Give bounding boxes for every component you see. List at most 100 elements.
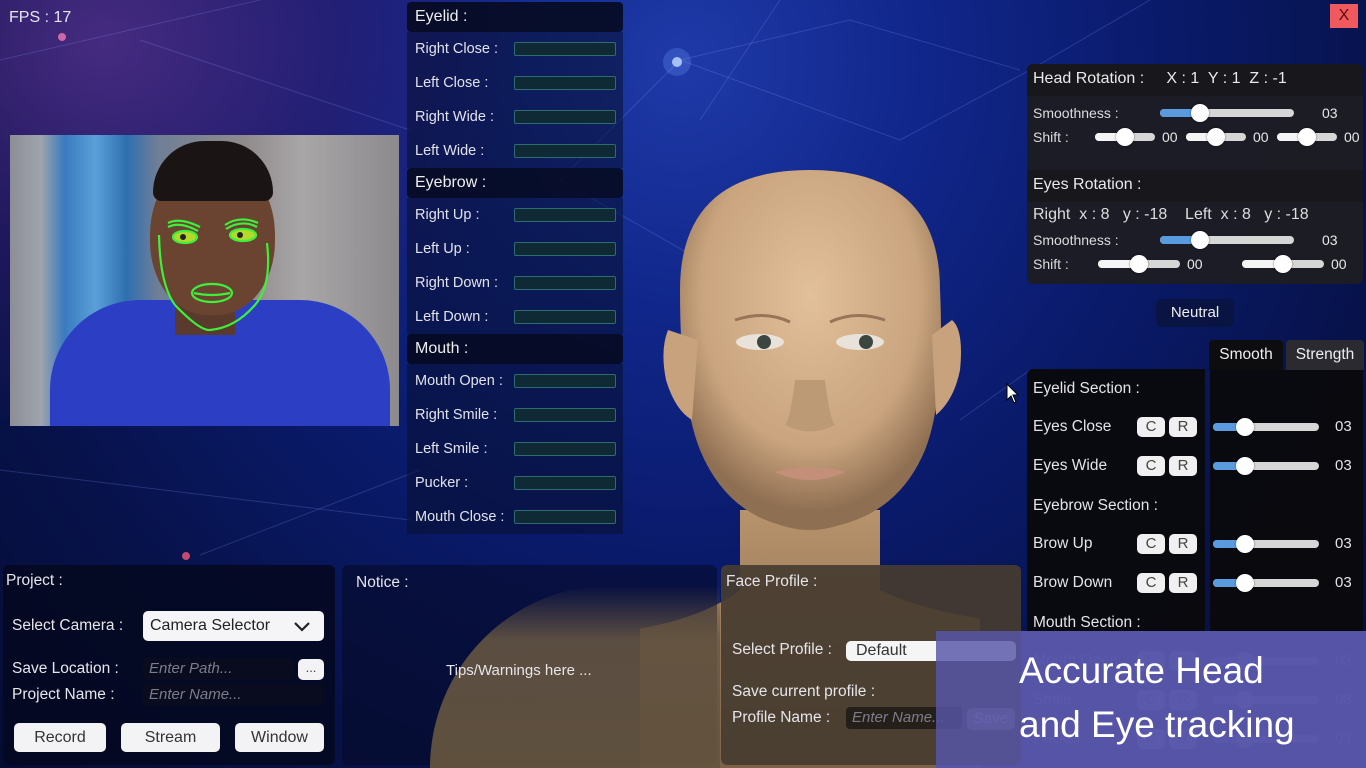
head-shift-x-value: 00 — [1162, 129, 1178, 145]
slider-knob[interactable] — [1235, 457, 1254, 475]
eyes-rotation-header: Eyes Rotation : — [1027, 170, 1363, 202]
webcam-feed — [10, 135, 399, 426]
head-shift-y-value: 00 — [1253, 129, 1269, 145]
section-smooth-value: 03 — [1335, 535, 1352, 552]
rotation-panel: Head Rotation : X : 1 Y : 1 Z : -1 Smoot… — [1027, 64, 1363, 284]
blendshape-row: Mouth Open : — [407, 364, 623, 398]
close-button[interactable]: X — [1330, 4, 1358, 28]
blendshape-meter — [514, 276, 616, 290]
fps-counter: FPS : 17 — [9, 9, 72, 26]
face-profile-title: Face Profile : — [726, 573, 818, 590]
project-title: Project : — [6, 572, 63, 589]
section-smooth-slider[interactable] — [1213, 535, 1319, 553]
calibrate-button[interactable]: C — [1137, 534, 1165, 554]
blendshape-meter — [514, 476, 616, 490]
eyes-rotation-readout: Right x : 8 y : -18 Left x : 8 y : -18 — [1033, 206, 1309, 223]
section-item-label: Brow Down — [1033, 574, 1113, 591]
slider-knob[interactable] — [1235, 535, 1254, 553]
head-shift-x-slider[interactable] — [1095, 128, 1155, 146]
reset-button[interactable]: R — [1169, 417, 1197, 437]
section-item-label: Eyes Close — [1033, 418, 1112, 435]
mouth-section-title: Mouth Section : — [1033, 614, 1141, 631]
eyebrow-group-header: Eyebrow : — [407, 168, 623, 198]
blendshape-row: Right Smile : — [407, 398, 623, 432]
slider-knob[interactable] — [1191, 104, 1210, 122]
slider-knob[interactable] — [1130, 255, 1148, 273]
save-current-profile-label: Save current profile : — [732, 683, 876, 700]
section-smooth-slider[interactable] — [1213, 418, 1319, 436]
slider-knob[interactable] — [1116, 128, 1134, 146]
eyes-smoothness-slider[interactable] — [1160, 231, 1294, 249]
head-smoothness-value: 03 — [1322, 105, 1338, 121]
blendshape-meter — [514, 208, 616, 222]
camera-select[interactable]: Camera Selector — [143, 611, 324, 641]
blendshape-label: Left Down : — [415, 309, 489, 325]
eyes-shift-right-slider[interactable] — [1098, 255, 1180, 273]
head-rotation-header: Head Rotation : X : 1 Y : 1 Z : -1 — [1027, 64, 1363, 96]
profile-name-label: Profile Name : — [732, 709, 831, 726]
stream-button[interactable]: Stream — [121, 723, 220, 752]
mouth-group-header: Mouth : — [407, 334, 623, 364]
select-camera-label: Select Camera : — [12, 617, 124, 634]
browse-button[interactable]: ... — [298, 659, 324, 680]
save-location-input[interactable]: Enter Path... — [143, 658, 293, 680]
window-button[interactable]: Window — [235, 723, 324, 752]
blendshape-meter — [514, 110, 616, 124]
slider-knob[interactable] — [1235, 418, 1254, 436]
blendshape-meter — [514, 442, 616, 456]
blendshape-label: Left Smile : — [415, 441, 488, 457]
eyes-shift-left-slider[interactable] — [1242, 255, 1324, 273]
blendshape-meter — [514, 408, 616, 422]
blendshape-row: Pucker : — [407, 466, 623, 500]
blendshape-row: Right Close : — [407, 32, 623, 66]
head-shift-z-value: 00 — [1344, 129, 1360, 145]
slider-knob[interactable] — [1207, 128, 1225, 146]
reset-button[interactable]: R — [1169, 456, 1197, 476]
avatar-left-ear — [932, 320, 961, 415]
reset-button[interactable]: R — [1169, 573, 1197, 593]
blendshape-meter — [514, 510, 616, 524]
neutral-button[interactable]: Neutral — [1156, 299, 1234, 327]
blendshape-row: Left Down : — [407, 300, 623, 334]
eyes-shift-right-value: 00 — [1187, 256, 1203, 272]
blendshape-row: Right Down : — [407, 266, 623, 300]
blendshape-label: Right Wide : — [415, 109, 494, 125]
banner-line-2: and Eye tracking — [1019, 704, 1295, 745]
tab-strength[interactable]: Strength — [1286, 340, 1364, 370]
blendshape-label: Right Up : — [415, 207, 480, 223]
calibrate-button[interactable]: C — [1137, 417, 1165, 437]
profile-select-value: Default — [856, 642, 907, 659]
calibrate-button[interactable]: C — [1137, 573, 1165, 593]
slider-knob[interactable] — [1298, 128, 1316, 146]
blendshape-meter — [514, 242, 616, 256]
eyelid-section-title: Eyelid Section : — [1033, 380, 1140, 397]
head-shift-y-slider[interactable] — [1186, 128, 1246, 146]
slider-knob[interactable] — [1191, 231, 1210, 249]
slider-knob[interactable] — [1235, 574, 1254, 592]
calibrate-button[interactable]: C — [1137, 456, 1165, 476]
head-shift-z-slider[interactable] — [1277, 128, 1337, 146]
section-item-label: Brow Up — [1033, 535, 1093, 552]
head-smoothness-slider[interactable] — [1160, 104, 1294, 122]
project-name-input[interactable]: Enter Name... — [143, 684, 324, 706]
blendshape-row: Left Wide : — [407, 134, 623, 168]
blendshape-meter — [514, 42, 616, 56]
slider-knob[interactable] — [1274, 255, 1292, 273]
project-name-label: Project Name : — [12, 686, 115, 703]
select-profile-label: Select Profile : — [732, 641, 832, 658]
blendshape-panel: Eyelid : Right Close : Left Close : Righ… — [407, 2, 623, 534]
blendshape-meter — [514, 310, 616, 324]
record-button[interactable]: Record — [14, 723, 106, 752]
blendshape-label: Left Up : — [415, 241, 470, 257]
section-smooth-slider[interactable] — [1213, 457, 1319, 475]
eyelid-group-header: Eyelid : — [407, 2, 623, 32]
blendshape-row: Left Up : — [407, 232, 623, 266]
jawline-landmark — [157, 234, 270, 332]
blendshape-label: Mouth Close : — [415, 509, 505, 525]
reset-button[interactable]: R — [1169, 534, 1197, 554]
eyes-shift-left-value: 00 — [1331, 256, 1347, 272]
tab-smooth[interactable]: Smooth — [1209, 340, 1283, 370]
face-landmarks-overlay — [157, 218, 270, 332]
blendshape-label: Right Close : — [415, 41, 499, 57]
section-smooth-slider[interactable] — [1213, 574, 1319, 592]
